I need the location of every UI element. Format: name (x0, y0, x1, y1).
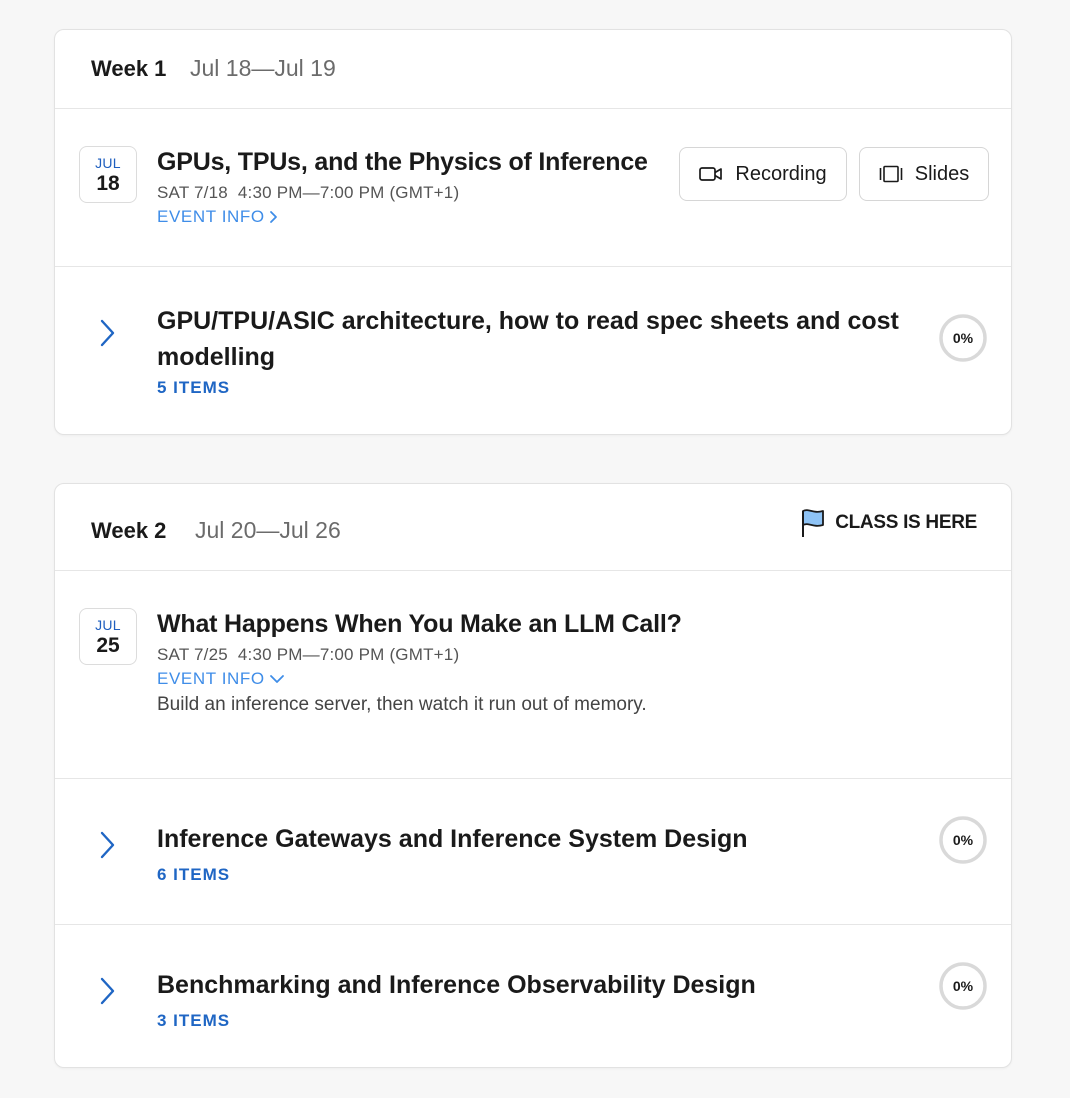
date-badge: JUL 18 (79, 146, 137, 203)
chevron-right-icon (269, 211, 277, 223)
slides-button[interactable]: Slides (859, 147, 989, 201)
flag-icon (802, 509, 825, 537)
event-row: JUL 18 GPUs, TPUs, and the Physics of In… (55, 109, 1011, 267)
event-date: SAT 7/25 (157, 645, 228, 664)
module-item-count: 6 ITEMS (157, 865, 231, 884)
week-title: Week 1 (91, 56, 167, 81)
progress-percent: 0% (952, 832, 974, 848)
chevron-right-icon[interactable] (97, 976, 119, 1006)
event-info-link[interactable]: EVENT INFO (157, 669, 285, 689)
module-row[interactable]: Inference Gateways and Inference System … (55, 779, 1011, 925)
event-info-link[interactable]: EVENT INFO (157, 207, 279, 227)
week-dates: Jul 18—Jul 19 (190, 55, 336, 81)
date-badge-month: JUL (95, 617, 121, 633)
event-row: JUL 25 What Happens When You Make an LLM… (55, 571, 1011, 779)
event-description: Build an inference server, then watch it… (157, 694, 647, 715)
chevron-down-icon (269, 675, 284, 683)
week-2-card: Week 2 Jul 20—Jul 26 CLASS IS HERE JUL 2… (54, 483, 1012, 1068)
week-dates: Jul 20—Jul 26 (195, 517, 341, 543)
module-title[interactable]: GPU/TPU/ASIC architecture, how to read s… (157, 303, 917, 375)
progress-ring: 0% (939, 962, 987, 1010)
module-item-count: 5 ITEMS (157, 378, 231, 397)
event-date: SAT 7/18 (157, 183, 228, 202)
week-header: Week 1 Jul 18—Jul 19 (55, 30, 1011, 109)
class-is-here-label: CLASS IS HERE (835, 512, 977, 533)
week-title: Week 2 (91, 518, 167, 543)
module-item-count: 3 ITEMS (157, 1011, 231, 1030)
event-title[interactable]: What Happens When You Make an LLM Call? (157, 610, 682, 639)
event-time-range: 4:30 PM—7:00 PM (GMT+1) (237, 183, 460, 202)
progress-ring: 0% (939, 314, 987, 362)
date-badge-day: 18 (96, 172, 120, 195)
progress-percent: 0% (952, 330, 974, 346)
slides-label: Slides (914, 162, 970, 185)
date-badge: JUL 25 (79, 608, 137, 665)
event-info-label: EVENT INFO (157, 207, 265, 226)
week-header: Week 2 Jul 20—Jul 26 CLASS IS HERE (55, 484, 1011, 571)
date-badge-month: JUL (95, 155, 121, 171)
date-badge-day: 25 (96, 634, 120, 657)
progress-ring: 0% (939, 816, 987, 864)
module-row[interactable]: Benchmarking and Inference Observability… (55, 925, 1011, 1069)
chevron-right-icon[interactable] (97, 318, 119, 348)
progress-percent: 0% (952, 978, 974, 994)
event-time-range: 4:30 PM—7:00 PM (GMT+1) (237, 645, 460, 664)
module-row[interactable]: GPU/TPU/ASIC architecture, how to read s… (55, 267, 1011, 436)
recording-label: Recording (735, 162, 827, 185)
module-title[interactable]: Inference Gateways and Inference System … (157, 821, 917, 857)
recording-button[interactable]: Recording (679, 147, 847, 201)
event-time: SAT 7/25 4:30 PM—7:00 PM (GMT+1) (157, 645, 459, 665)
week-1-card: Week 1 Jul 18—Jul 19 JUL 18 GPUs, TPUs, … (54, 29, 1012, 435)
class-is-here-badge: CLASS IS HERE (800, 508, 977, 538)
event-title[interactable]: GPUs, TPUs, and the Physics of Inference (157, 148, 648, 177)
chevron-right-icon[interactable] (97, 830, 119, 860)
slides-icon (879, 165, 903, 183)
video-camera-icon (699, 167, 723, 181)
event-info-label: EVENT INFO (157, 669, 265, 688)
module-title[interactable]: Benchmarking and Inference Observability… (157, 967, 917, 1003)
event-time: SAT 7/18 4:30 PM—7:00 PM (GMT+1) (157, 183, 459, 203)
